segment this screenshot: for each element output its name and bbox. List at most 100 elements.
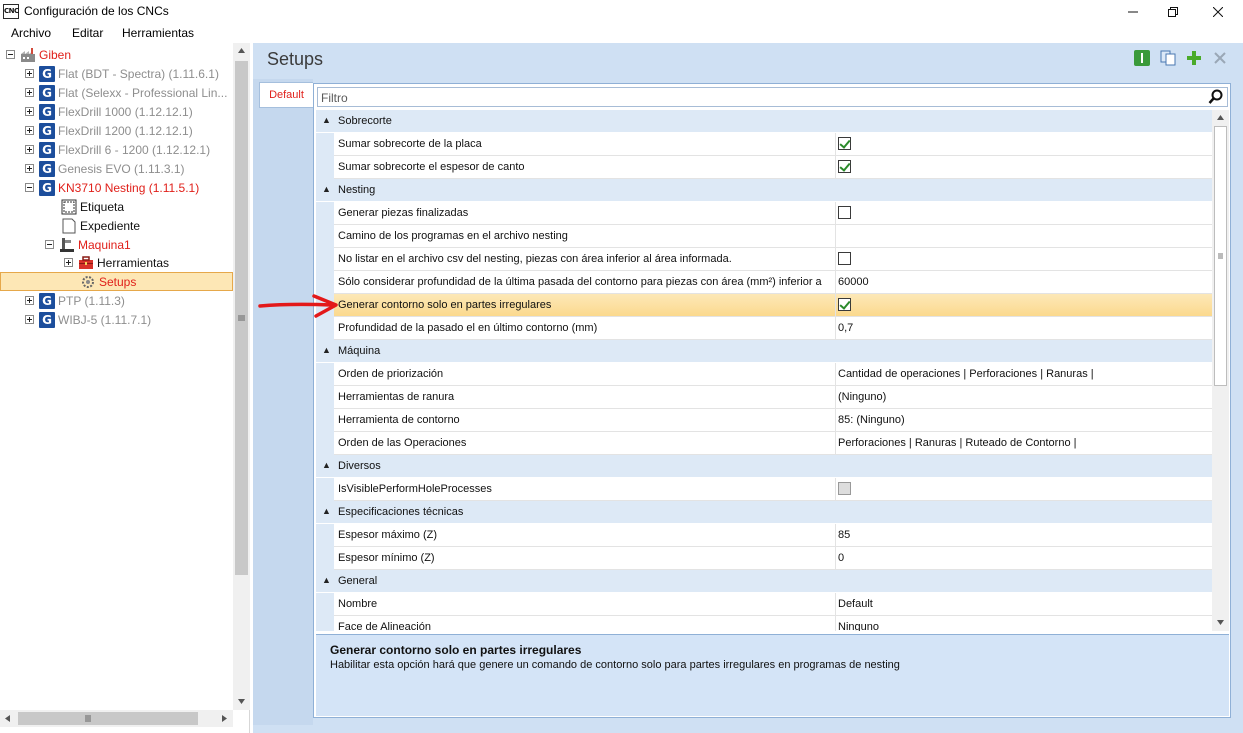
collapse-icon[interactable]: ▲ (322, 460, 331, 470)
property-checkbox[interactable] (838, 206, 851, 219)
tree-item-machine[interactable]: G Flat (Selexx - Professional Lin... (25, 83, 227, 102)
property-checkbox[interactable] (838, 298, 851, 311)
close-icon (1214, 52, 1226, 64)
property-value[interactable]: 0,7 (838, 322, 853, 334)
tab-default[interactable]: Default (259, 82, 313, 108)
tree-item-herramientas[interactable]: Herramientas (64, 253, 169, 272)
category-maquina[interactable]: ▲ Máquina (316, 340, 1212, 363)
info-button[interactable] (1134, 50, 1150, 66)
scrollbar-thumb[interactable] (1214, 126, 1227, 386)
delete-button[interactable] (1212, 50, 1228, 66)
row-gutter (316, 133, 334, 156)
category-general[interactable]: ▲ General (316, 570, 1212, 593)
property-row[interactable]: Nombre Default (316, 593, 1212, 616)
property-value[interactable]: Cantidad de operaciones | Perforaciones … (838, 368, 1094, 380)
category-diversos[interactable]: ▲ Diversos (316, 455, 1212, 478)
expand-icon[interactable] (25, 69, 34, 78)
tree-item-expediente[interactable]: Expediente (61, 216, 140, 235)
property-row[interactable]: Sumar sobrecorte de la placa (316, 133, 1212, 156)
close-button[interactable] (1195, 0, 1241, 23)
collapse-icon[interactable] (25, 183, 34, 192)
expand-icon[interactable] (64, 258, 73, 267)
expand-icon[interactable] (25, 107, 34, 116)
page-title: Setups (267, 49, 324, 69)
category-especificaciones[interactable]: ▲ Especificaciones técnicas (316, 501, 1212, 524)
tree-item-machine[interactable]: G Genesis EVO (1.11.3.1) (25, 159, 185, 178)
collapse-icon[interactable] (6, 50, 15, 59)
property-value[interactable]: 85: (Ninguno) (838, 414, 905, 426)
property-row[interactable]: Herramientas de ranura (Ninguno) (316, 386, 1212, 409)
collapse-icon[interactable]: ▲ (322, 506, 331, 516)
menu-herramientas[interactable]: Herramientas (122, 26, 194, 40)
expand-icon[interactable] (25, 315, 34, 324)
property-row[interactable]: Face de Alineación Ninguno (316, 616, 1212, 631)
expand-icon[interactable] (25, 164, 34, 173)
collapse-icon[interactable]: ▲ (322, 115, 331, 125)
property-name: Herramienta de contorno (338, 414, 460, 426)
collapse-icon[interactable] (45, 240, 54, 249)
copy-button[interactable] (1160, 50, 1176, 66)
property-checkbox[interactable] (838, 482, 851, 495)
property-value[interactable]: 60000 (838, 276, 869, 288)
property-value[interactable]: Ninguno (838, 621, 879, 631)
property-value[interactable]: Default (838, 598, 873, 610)
tree-item-machine[interactable]: G FlexDrill 1200 (1.12.12.1) (25, 121, 193, 140)
row-gutter (316, 524, 334, 547)
tree-item-setups[interactable]: Setups (0, 272, 233, 291)
property-row[interactable]: Generar piezas finalizadas (316, 202, 1212, 225)
search-icon[interactable] (1208, 89, 1224, 105)
row-gutter (316, 478, 334, 501)
property-name: No listar en el archivo csv del nesting,… (338, 253, 732, 265)
tree-label-machine: KN3710 Nesting (1.11.5.1) (58, 180, 200, 195)
expand-icon[interactable] (25, 145, 34, 154)
property-row[interactable]: Espesor máximo (Z) 85 (316, 524, 1212, 547)
property-value[interactable]: 0 (838, 552, 844, 564)
tree-vertical-scrollbar[interactable] (233, 43, 250, 710)
property-value[interactable]: (Ninguno) (838, 391, 886, 403)
add-button[interactable] (1186, 50, 1202, 66)
tree-item-machine[interactable]: G WIBJ-5 (1.11.7.1) (25, 310, 151, 329)
tree-item-machine[interactable]: G Flat (BDT - Spectra) (1.11.6.1) (25, 64, 219, 83)
menu-archivo[interactable]: Archivo (11, 26, 51, 40)
menu-editar[interactable]: Editar (72, 26, 103, 40)
property-row[interactable]: Camino de los programas en el archivo ne… (316, 225, 1212, 248)
tree-item-machine[interactable]: G FlexDrill 6 - 1200 (1.12.12.1) (25, 140, 210, 159)
property-row[interactable]: Sólo considerar profundidad de la última… (316, 271, 1212, 294)
tree-item-machine[interactable]: G FlexDrill 1000 (1.12.12.1) (25, 102, 193, 121)
collapse-icon[interactable]: ▲ (322, 575, 331, 585)
expand-icon[interactable] (25, 296, 34, 305)
property-checkbox[interactable] (838, 252, 851, 265)
row-gutter (316, 386, 334, 409)
tree-item-machine[interactable]: G PTP (1.11.3) (25, 291, 125, 310)
tree-label-machine: Flat (Selexx - Professional Lin... (58, 85, 228, 100)
property-value[interactable]: 85 (838, 529, 850, 541)
property-name: Generar contorno solo en partes irregula… (338, 299, 552, 311)
expand-icon[interactable] (25, 126, 34, 135)
property-value[interactable]: Perforaciones | Ranuras | Ruteado de Con… (838, 437, 1077, 449)
restore-button[interactable] (1150, 0, 1196, 23)
tree-item-root[interactable]: Giben (6, 45, 71, 64)
tree-horizontal-scrollbar[interactable] (0, 710, 233, 727)
property-row[interactable]: Orden de priorización Cantidad de operac… (316, 363, 1212, 386)
property-row[interactable]: Orden de las Operaciones Perforaciones |… (316, 432, 1212, 455)
property-row-selected[interactable]: Generar contorno solo en partes irregula… (316, 294, 1212, 317)
expand-icon[interactable] (25, 88, 34, 97)
property-row[interactable]: IsVisiblePerformHoleProcesses (316, 478, 1212, 501)
property-checkbox[interactable] (838, 160, 851, 173)
property-row[interactable]: No listar en el archivo csv del nesting,… (316, 248, 1212, 271)
property-row[interactable]: Sumar sobrecorte el espesor de canto (316, 156, 1212, 179)
category-sobrecorte[interactable]: ▲ Sobrecorte (316, 110, 1212, 133)
property-row[interactable]: Herramienta de contorno 85: (Ninguno) (316, 409, 1212, 432)
column-separator (835, 432, 836, 455)
property-row[interactable]: Profundidad de la pasado el en último co… (316, 317, 1212, 340)
tree-item-etiqueta[interactable]: Etiqueta (61, 197, 124, 216)
filter-input[interactable] (317, 87, 1228, 107)
close-icon (1213, 6, 1223, 17)
collapse-icon[interactable]: ▲ (322, 345, 331, 355)
property-row[interactable]: Espesor mínimo (Z) 0 (316, 547, 1212, 570)
tree-item-machine[interactable]: G KN3710 Nesting (1.11.5.1) (25, 178, 199, 197)
property-checkbox[interactable] (838, 137, 851, 150)
category-nesting[interactable]: ▲ Nesting (316, 179, 1212, 202)
collapse-icon[interactable]: ▲ (322, 184, 331, 194)
tree-item-maquina[interactable]: Maquina1 (45, 235, 131, 254)
